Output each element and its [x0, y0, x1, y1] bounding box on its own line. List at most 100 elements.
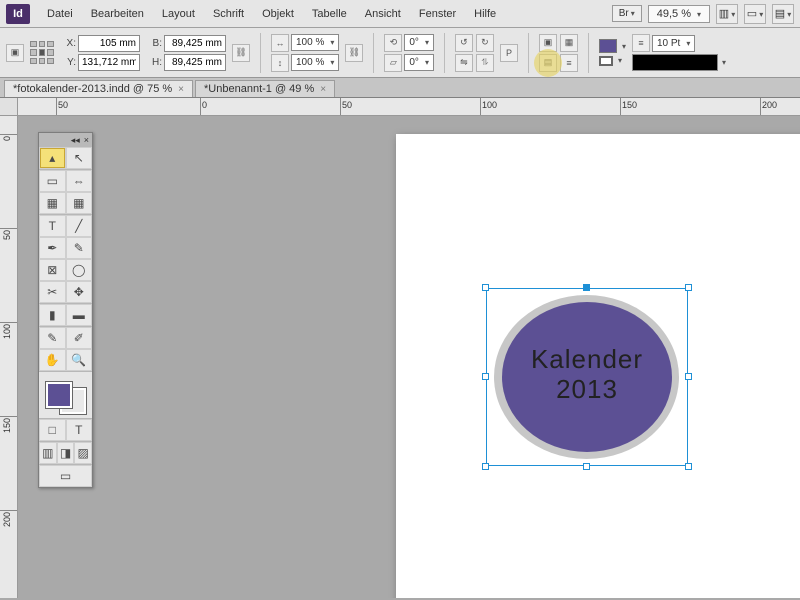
- shear-field[interactable]: 0°: [404, 54, 434, 71]
- collapse-icon[interactable]: ◂◂: [71, 135, 80, 146]
- menu-schrift[interactable]: Schrift: [204, 4, 253, 24]
- document-tab-bar: *fotokalender-2013.indd @ 75 %× *Unbenan…: [0, 78, 800, 98]
- scale-x-field[interactable]: 100 %: [291, 34, 339, 51]
- menu-bar: Id Datei Bearbeiten Layout Schrift Objek…: [0, 0, 800, 28]
- scissors-tool[interactable]: ✂: [39, 281, 66, 303]
- view-mode-icon[interactable]: ▥: [716, 4, 738, 24]
- direct-selection-tool[interactable]: ↖: [66, 147, 93, 169]
- rectangle-frame-tool[interactable]: ⊠: [39, 259, 66, 281]
- zoom-tool[interactable]: 🔍: [66, 349, 93, 371]
- document-tab-active[interactable]: *fotokalender-2013.indd @ 75 %×: [4, 80, 193, 97]
- close-panel-icon[interactable]: ×: [84, 135, 89, 145]
- apply-mode-0[interactable]: ▥: [39, 442, 57, 464]
- h-label: H:: [146, 57, 162, 68]
- fill-dropdown-icon[interactable]: [620, 41, 626, 52]
- eyedropper-tool[interactable]: ✐: [66, 327, 93, 349]
- h-field[interactable]: [164, 54, 226, 71]
- horizontal-ruler[interactable]: 50050100150200: [18, 98, 800, 116]
- format-mode-0[interactable]: □: [39, 419, 66, 441]
- rotate-icon: ⟲: [384, 34, 402, 52]
- screen-mode-icon[interactable]: ▭: [744, 4, 766, 24]
- pen-tool[interactable]: ✒: [39, 237, 66, 259]
- control-bar: ▣ X: Y: B: H: ⛓ ↔100 % ↕100 % ⛓ ⟲0° ▱0° …: [0, 28, 800, 78]
- menu-ansicht[interactable]: Ansicht: [356, 4, 410, 24]
- stroke-dropdown-icon[interactable]: [616, 55, 622, 66]
- ruler-origin-corner[interactable]: [0, 98, 18, 116]
- content-placer-tool[interactable]: ▦: [66, 192, 93, 214]
- selection-bounding-box[interactable]: [486, 288, 688, 466]
- app-badge-icon: Id: [6, 4, 30, 24]
- stroke-weight-field[interactable]: 10 Pt: [652, 35, 695, 52]
- stroke-swatch[interactable]: [599, 56, 613, 66]
- type-tool[interactable]: T: [39, 215, 66, 237]
- resize-handle-nw[interactable]: [482, 284, 489, 291]
- resize-handle-s[interactable]: [583, 463, 590, 470]
- stroke-weight-icon: ≡: [632, 34, 650, 52]
- close-tab-icon[interactable]: ×: [178, 84, 184, 95]
- arrange-icon[interactable]: ▤: [772, 4, 794, 24]
- constrain-wh-icon[interactable]: ⛓: [232, 44, 250, 62]
- object-mode-icon[interactable]: ▣: [6, 44, 24, 62]
- menu-datei[interactable]: Datei: [38, 4, 82, 24]
- rotate-ccw-icon[interactable]: ↺: [455, 34, 473, 52]
- menu-tabelle[interactable]: Tabelle: [303, 4, 356, 24]
- fitting2-icon[interactable]: ≡: [560, 54, 578, 72]
- resize-handle-se[interactable]: [685, 463, 692, 470]
- p-icon[interactable]: P: [500, 44, 518, 62]
- resize-handle-sw[interactable]: [482, 463, 489, 470]
- vertical-ruler[interactable]: 050100150200: [0, 116, 18, 598]
- resize-handle-w[interactable]: [482, 373, 489, 380]
- y-field[interactable]: [78, 54, 140, 71]
- screen-mode-tool[interactable]: ▭: [39, 465, 92, 487]
- flip-h-icon[interactable]: ⇋: [455, 54, 473, 72]
- close-tab-icon[interactable]: ×: [320, 84, 326, 95]
- menu-objekt[interactable]: Objekt: [253, 4, 303, 24]
- x-field[interactable]: [78, 35, 140, 52]
- page-tool[interactable]: ▭: [39, 170, 66, 192]
- zoom-dropdown[interactable]: 49,5 %: [648, 5, 710, 23]
- menu-layout[interactable]: Layout: [153, 4, 204, 24]
- apply-mode-2[interactable]: ▨: [74, 442, 92, 464]
- stroke-style-dropdown[interactable]: —: [632, 54, 718, 71]
- scale-y-field[interactable]: 100 %: [291, 54, 339, 71]
- menu-bearbeiten[interactable]: Bearbeiten: [82, 4, 153, 24]
- tool-panel-header[interactable]: ◂◂ ×: [39, 133, 92, 147]
- gradient-feather-tool[interactable]: ▬: [66, 304, 93, 326]
- menu-hilfe[interactable]: Hilfe: [465, 4, 505, 24]
- rotate-field[interactable]: 0°: [404, 34, 434, 51]
- constrain-scale-icon[interactable]: ⛓: [345, 44, 363, 62]
- note-tool[interactable]: ✎: [39, 327, 66, 349]
- bridge-button[interactable]: Br: [612, 5, 642, 22]
- fill-stroke-group: [599, 39, 626, 66]
- resize-handle-e[interactable]: [685, 373, 692, 380]
- gap-tool[interactable]: ⇔: [66, 170, 93, 192]
- shear-icon: ▱: [384, 54, 402, 72]
- gradient-swatch-tool[interactable]: ▮: [39, 304, 66, 326]
- rotate-cw-icon[interactable]: ↻: [476, 34, 494, 52]
- reference-point-grid[interactable]: [30, 41, 54, 65]
- content-collector-tool[interactable]: ▦: [39, 192, 66, 214]
- line-tool[interactable]: ╱: [66, 215, 93, 237]
- resize-handle-ne[interactable]: [685, 284, 692, 291]
- canvas[interactable]: ◂◂× ▴↖▭⇔▦▦T╱✒✎⊠◯✂✥▮▬✎✐✋🔍□T▥◨▨▭ Kalender …: [18, 116, 800, 598]
- free-transform-tool[interactable]: ✥: [66, 281, 93, 303]
- selection-tool[interactable]: ▴: [39, 147, 66, 169]
- tool-panel[interactable]: ◂◂× ▴↖▭⇔▦▦T╱✒✎⊠◯✂✥▮▬✎✐✋🔍□T▥◨▨▭: [38, 132, 93, 488]
- format-mode-1[interactable]: T: [66, 419, 93, 441]
- document-tab-inactive[interactable]: *Unbenannt-1 @ 49 %×: [195, 80, 335, 97]
- resize-handle-n[interactable]: [583, 284, 590, 291]
- select-content-icon[interactable]: ▦: [560, 34, 578, 52]
- pencil-tool[interactable]: ✎: [66, 237, 93, 259]
- hand-tool[interactable]: ✋: [39, 349, 66, 371]
- apply-mode-1[interactable]: ◨: [57, 442, 75, 464]
- w-field[interactable]: [164, 35, 226, 52]
- menu-fenster[interactable]: Fenster: [410, 4, 465, 24]
- fill-stroke-swatch[interactable]: [39, 372, 92, 418]
- fill-swatch[interactable]: [599, 39, 617, 53]
- scale-y-icon: ↕: [271, 54, 289, 72]
- fitting-icon[interactable]: ▤: [539, 54, 557, 72]
- scale-x-icon: ↔: [271, 34, 289, 52]
- foreground-swatch[interactable]: [46, 382, 72, 408]
- flip-v-icon[interactable]: ⥮: [476, 54, 494, 72]
- ellipse-tool[interactable]: ◯: [66, 259, 93, 281]
